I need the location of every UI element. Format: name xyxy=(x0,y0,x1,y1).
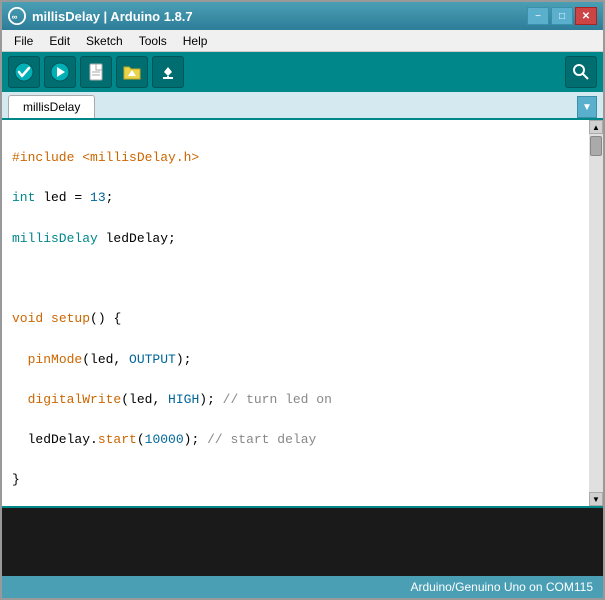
search-button[interactable] xyxy=(565,56,597,88)
window-title: millisDelay | Arduino 1.8.7 xyxy=(32,9,193,24)
save-button[interactable] xyxy=(152,56,184,88)
save-icon xyxy=(158,62,178,82)
tab-dropdown-button[interactable]: ▼ xyxy=(577,96,597,118)
editor-content[interactable]: #include <millisDelay.h> int led = 13; m… xyxy=(2,120,603,506)
svg-text:∞: ∞ xyxy=(12,13,18,22)
verify-button[interactable] xyxy=(8,56,40,88)
toolbar xyxy=(2,52,603,92)
code-line-5: void setup() { xyxy=(12,309,593,329)
new-button[interactable] xyxy=(80,56,112,88)
open-icon xyxy=(122,62,142,82)
menu-tools[interactable]: Tools xyxy=(131,32,175,50)
tab-bar: millisDelay ▼ xyxy=(2,92,603,120)
minimize-button[interactable]: − xyxy=(527,7,549,25)
code-line-4 xyxy=(12,269,593,289)
upload-button[interactable] xyxy=(44,56,76,88)
scrollbar-thumb[interactable] xyxy=(590,136,602,156)
new-icon xyxy=(86,62,106,82)
title-bar-left: ∞ millisDelay | Arduino 1.8.7 xyxy=(8,7,193,25)
tab-millisdelay[interactable]: millisDelay xyxy=(8,95,95,118)
editor-container: #include <millisDelay.h> int led = 13; m… xyxy=(2,120,603,576)
menu-bar: File Edit Sketch Tools Help xyxy=(2,30,603,52)
editor-scroll[interactable]: #include <millisDelay.h> int led = 13; m… xyxy=(2,120,603,506)
status-text: Arduino/Genuino Uno on COM115 xyxy=(410,580,593,594)
code-line-2: int led = 13; xyxy=(12,188,593,208)
scroll-up-button[interactable]: ▲ xyxy=(589,120,603,134)
code-line-9: } xyxy=(12,470,593,490)
maximize-button[interactable]: □ xyxy=(551,7,573,25)
scroll-down-button[interactable]: ▼ xyxy=(589,492,603,506)
vertical-scrollbar[interactable]: ▲ ▼ xyxy=(589,120,603,506)
upload-icon xyxy=(50,62,70,82)
console-area xyxy=(2,506,603,576)
verify-icon xyxy=(14,62,34,82)
menu-file[interactable]: File xyxy=(6,32,41,50)
title-controls: − □ ✕ xyxy=(527,7,597,25)
open-button[interactable] xyxy=(116,56,148,88)
close-button[interactable]: ✕ xyxy=(575,7,597,25)
search-icon xyxy=(571,62,591,82)
menu-help[interactable]: Help xyxy=(175,32,216,50)
arduino-logo-icon: ∞ xyxy=(8,7,26,25)
app-window: ∞ millisDelay | Arduino 1.8.7 − □ ✕ File… xyxy=(0,0,605,600)
code-line-7: digitalWrite(led, HIGH); // turn led on xyxy=(12,390,593,410)
code-line-1: #include <millisDelay.h> xyxy=(12,148,593,168)
code-line-6: pinMode(led, OUTPUT); xyxy=(12,350,593,370)
status-bar: Arduino/Genuino Uno on COM115 xyxy=(2,576,603,598)
code-line-3: millisDelay ledDelay; xyxy=(12,229,593,249)
menu-edit[interactable]: Edit xyxy=(41,32,78,50)
title-bar: ∞ millisDelay | Arduino 1.8.7 − □ ✕ xyxy=(2,2,603,30)
code-line-8: ledDelay.start(10000); // start delay xyxy=(12,430,593,450)
menu-sketch[interactable]: Sketch xyxy=(78,32,131,50)
